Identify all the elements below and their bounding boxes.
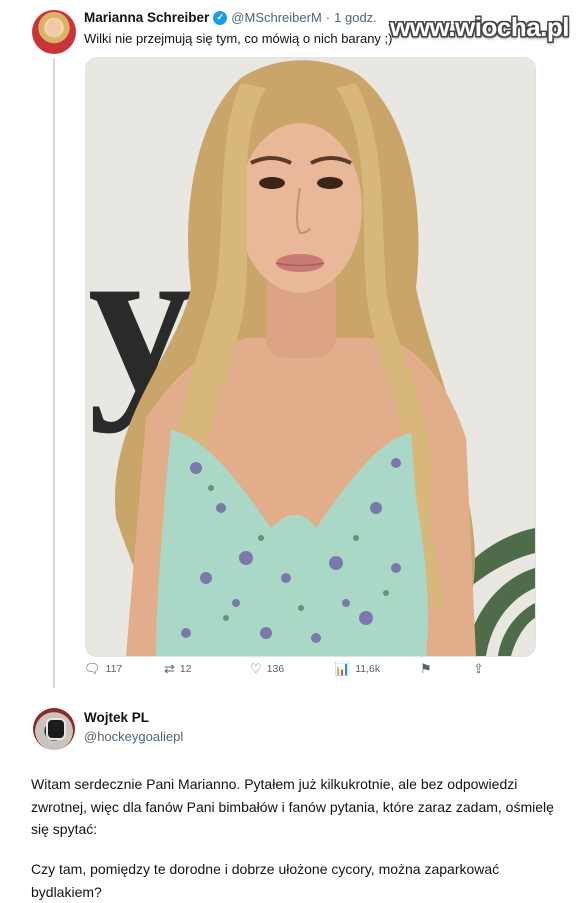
share-icon: ⇪ — [473, 661, 484, 676]
tweet-photo[interactable]: yl — [85, 57, 536, 657]
views-count: 11,6k — [355, 662, 381, 675]
tweet-text: Wilki nie przejmują się tym, co mówią o … — [84, 31, 393, 46]
reply-icon: 🗨 — [84, 661, 101, 676]
reply-author-handle[interactable]: @hockeygoaliepl — [84, 729, 183, 744]
retweet-action[interactable]: ⇄ 12 — [164, 662, 192, 675]
like-icon: ♡ — [250, 661, 262, 676]
tweet-time[interactable]: 1 godz. — [334, 10, 377, 25]
like-count: 136 — [266, 662, 285, 675]
retweet-count: 12 — [179, 662, 192, 675]
reply-tweet[interactable]: Wojtek PL @hockeygoaliepl Witam serdeczn… — [0, 703, 583, 900]
bookmark-icon: ⚑ — [420, 661, 432, 676]
separator: · — [325, 10, 331, 25]
author-avatar[interactable] — [32, 10, 76, 54]
reply-author-name[interactable]: Wojtek PL — [84, 710, 149, 725]
verified-badge-icon: ✓ — [213, 10, 228, 25]
reply-action[interactable]: 🗨 117 — [84, 662, 122, 675]
share-action[interactable]: ⇪ — [473, 662, 484, 675]
reply-paragraph-2: Czy tam, pomiędzy te dorodne i dobrze uł… — [31, 861, 500, 900]
original-tweet[interactable]: Marianna Schreiber ✓ @MSchreiberM · 1 go… — [0, 0, 583, 690]
reply-author-avatar[interactable] — [33, 708, 75, 750]
like-action[interactable]: ♡ 136 — [250, 662, 284, 675]
tweet-header: Marianna Schreiber ✓ @MSchreiberM · 1 go… — [84, 10, 377, 25]
views-icon: 📊 — [334, 661, 351, 676]
retweet-icon: ⇄ — [164, 661, 175, 676]
author-name[interactable]: Marianna Schreiber — [84, 10, 209, 25]
tweet-actions: 🗨 117 ⇄ 12 ♡ 136 📊 11,6k ⚑ ⇪ — [84, 662, 494, 682]
site-watermark: www.wiocha.pl — [390, 12, 569, 42]
bookmark-action[interactable]: ⚑ — [420, 662, 432, 675]
thread-line — [53, 58, 55, 688]
views-action[interactable]: 📊 11,6k — [334, 662, 380, 675]
reply-count: 117 — [105, 662, 123, 675]
reply-paragraph-1: Witam serdecznie Pani Marianno. Pytałem … — [31, 776, 554, 837]
author-handle[interactable]: @MSchreiberM — [231, 10, 322, 25]
photo-illustration: yl — [86, 58, 535, 656]
